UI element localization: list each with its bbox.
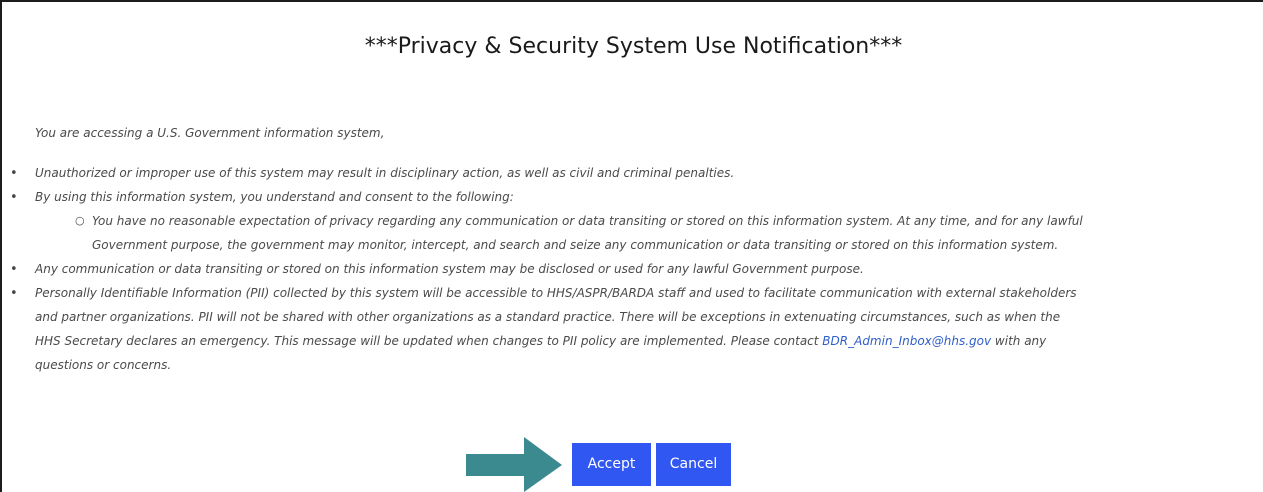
- sub-bullet-text-line: You have no reasonable expectation of pr…: [92, 214, 1083, 228]
- bullet-icon: •: [10, 166, 18, 181]
- sub-bullet-icon: ○: [75, 214, 85, 227]
- bullet-icon: •: [10, 286, 18, 301]
- sub-bullet-text-line: Government purpose, the government may m…: [92, 238, 1059, 252]
- bullet-text: By using this information system, you un…: [35, 190, 514, 204]
- bullet-text-line: HHS Secretary declares an emergency. Thi…: [35, 334, 1046, 348]
- admin-email-link[interactable]: BDR_Admin_Inbox@hhs.gov: [822, 334, 991, 348]
- bullet-text-line: Personally Identifiable Information (PII…: [35, 286, 1077, 300]
- bullet-icon: •: [10, 190, 18, 205]
- bullet-text-segment: with any: [991, 334, 1047, 348]
- bullet-text-line: questions or concerns.: [35, 358, 172, 372]
- right-arrow-icon: [466, 437, 562, 492]
- bullet-icon: •: [10, 262, 18, 277]
- intro-text: You are accessing a U.S. Government info…: [35, 126, 385, 140]
- bullet-text-line: and partner organizations. PII will not …: [35, 310, 1061, 324]
- dialog-title: ***Privacy & Security System Use Notific…: [364, 34, 903, 59]
- cancel-button[interactable]: Cancel: [656, 443, 731, 486]
- bullet-text: Any communication or data transiting or …: [35, 262, 864, 276]
- bullet-text-segment: HHS Secretary declares an emergency. Thi…: [35, 334, 823, 348]
- bullet-text: Unauthorized or improper use of this sys…: [35, 166, 735, 180]
- accept-button[interactable]: Accept: [572, 443, 651, 486]
- notification-dialog: ***Privacy & Security System Use Notific…: [0, 0, 1263, 492]
